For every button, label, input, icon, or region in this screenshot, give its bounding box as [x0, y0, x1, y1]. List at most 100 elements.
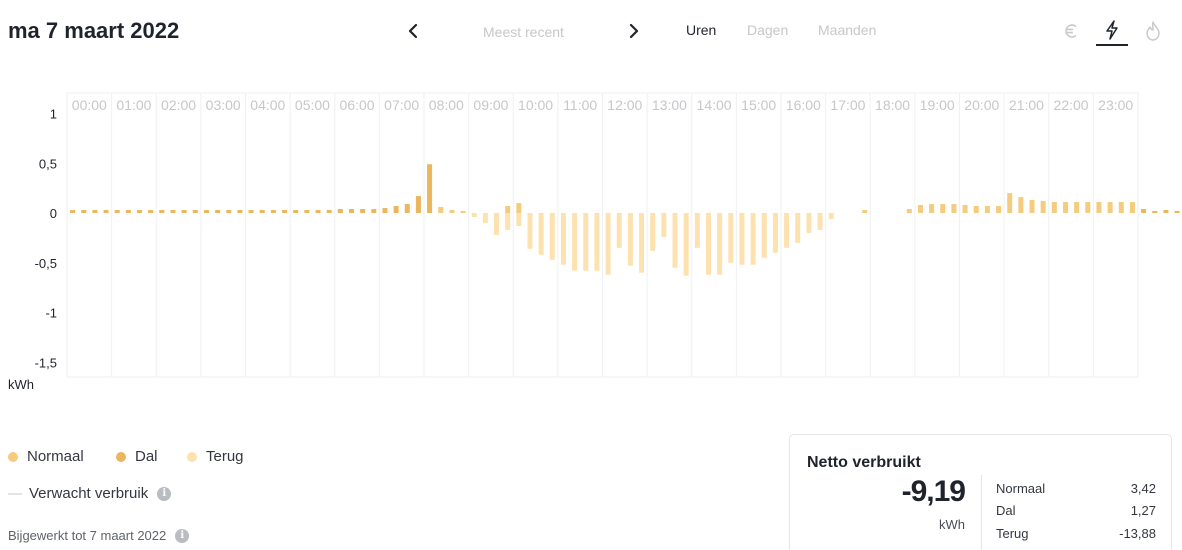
bar-dal: [159, 210, 165, 213]
legend-terug-label: Terug: [206, 448, 244, 465]
y-tick-label: 1: [50, 107, 57, 122]
x-tick-label: 06:00: [340, 97, 375, 113]
lightning-icon: [1106, 20, 1118, 40]
bar-dal: [103, 210, 109, 213]
x-tick-label: 17:00: [830, 97, 865, 113]
bar-terug: [795, 213, 801, 243]
gas-toggle[interactable]: [1137, 16, 1169, 46]
bar-dal: [293, 210, 299, 213]
bar-dal: [393, 206, 399, 213]
legend-expected[interactable]: Verwacht verbruik i: [8, 485, 172, 502]
consumption-chart: 00:00 01:00 02:00 03:00 04:00 05:00 06:00 07:00…: [0, 80, 1182, 390]
x-tick-label: 15:00: [741, 97, 776, 113]
legend-normaal[interactable]: Normaal: [8, 448, 84, 465]
bar-normaal: [1007, 193, 1013, 213]
bar-normaal: [929, 204, 935, 213]
bar-dal: [348, 209, 354, 213]
bar-normaal: [438, 207, 444, 213]
x-tick-label: 13:00: [652, 97, 687, 113]
x-tick-label: 12:00: [607, 97, 642, 113]
bar-normaal: [1118, 202, 1124, 213]
bar-terug: [705, 213, 711, 275]
tab-maanden[interactable]: Maanden: [818, 22, 876, 38]
y-tick-label: -1,5: [35, 355, 57, 370]
euro-toggle[interactable]: [1056, 16, 1088, 46]
x-tick-label: 08:00: [429, 97, 464, 113]
bar-dal: [170, 210, 176, 213]
x-tick-label: 14:00: [697, 97, 732, 113]
netto-unit: kWh: [939, 517, 965, 532]
bar-dal: [1152, 211, 1158, 213]
bar-normaal: [996, 206, 1002, 213]
bar-normaal: [940, 204, 946, 213]
electricity-toggle[interactable]: [1096, 16, 1128, 46]
bar-dal: [81, 210, 87, 213]
bar-dal: [270, 210, 276, 213]
bar-terug: [750, 213, 756, 265]
updated-note: Bijgewerkt tot 7 maart 2022 i: [8, 528, 190, 543]
expected-line-swatch: [8, 492, 22, 495]
dal-dot: [116, 451, 126, 462]
chevron-left-icon: [408, 23, 418, 39]
x-tick-label: 07:00: [384, 97, 419, 113]
bar-dal: [382, 208, 388, 213]
bar-terug: [806, 213, 812, 233]
bar-terug: [728, 213, 734, 263]
legend-terug[interactable]: Terug: [187, 448, 244, 465]
tab-uren[interactable]: Uren: [686, 22, 716, 38]
flame-icon: [1146, 21, 1160, 41]
previous-period-button[interactable]: [403, 18, 423, 44]
bar-normaal: [1018, 197, 1024, 213]
bar-terug: [661, 213, 667, 237]
bar-terug: [494, 213, 500, 235]
updated-info-icon[interactable]: i: [175, 528, 190, 543]
bar-normaal: [862, 210, 868, 213]
bar-dal: [326, 210, 332, 213]
bar-dal: [203, 210, 209, 213]
bar-dal: [427, 164, 433, 213]
bar-dal: [337, 209, 343, 213]
bar-terug: [739, 213, 745, 265]
y-tick-label: 0,5: [39, 156, 57, 171]
breakdown-value: 3,42: [1130, 481, 1156, 496]
bar-normaal: [505, 206, 511, 213]
bar-normaal: [1029, 200, 1035, 213]
breakdown-terug: Terug -13,88: [996, 526, 1156, 541]
x-tick-label: 01:00: [116, 97, 151, 113]
next-period-button[interactable]: [624, 18, 644, 44]
x-tick-label: 09:00: [473, 97, 508, 113]
bar-terug: [605, 213, 611, 275]
x-tick-label: 00:00: [72, 97, 107, 113]
bar-dal: [304, 210, 310, 213]
x-tick-label: 16:00: [786, 97, 821, 113]
bar-terug: [583, 213, 589, 271]
x-tick-label: 10:00: [518, 97, 553, 113]
bar-dal: [1163, 210, 1169, 213]
bar-normaal: [906, 209, 912, 213]
bar-terug: [817, 213, 823, 230]
bar-dal: [315, 210, 321, 213]
bar-normaal: [951, 204, 957, 213]
date-title: ma 7 maart 2022: [8, 18, 180, 43]
bar-normaal: [1051, 202, 1057, 213]
normaal-dot: [8, 451, 18, 462]
netto-title: Netto verbruikt: [807, 454, 921, 471]
bar-dal: [360, 209, 366, 213]
bar-dal: [404, 204, 410, 213]
y-tick-label: 0: [50, 206, 57, 221]
bar-normaal: [917, 205, 923, 213]
bar-dal: [181, 210, 187, 213]
legend-dal[interactable]: Dal: [116, 448, 158, 465]
bar-terug: [828, 213, 834, 219]
breakdown-value: -13,88: [1119, 526, 1156, 541]
tab-dagen[interactable]: Dagen: [747, 22, 788, 38]
bar-dal: [259, 210, 265, 213]
bar-dal: [248, 210, 254, 213]
x-tick-label: 03:00: [206, 97, 241, 113]
breakdown-value: 1,27: [1130, 503, 1156, 518]
most-recent-button[interactable]: Meest recent: [483, 24, 564, 40]
x-tick-label: 18:00: [875, 97, 910, 113]
bar-dal: [1174, 211, 1180, 213]
bar-dal: [237, 210, 243, 213]
expected-info-icon[interactable]: i: [157, 486, 172, 501]
